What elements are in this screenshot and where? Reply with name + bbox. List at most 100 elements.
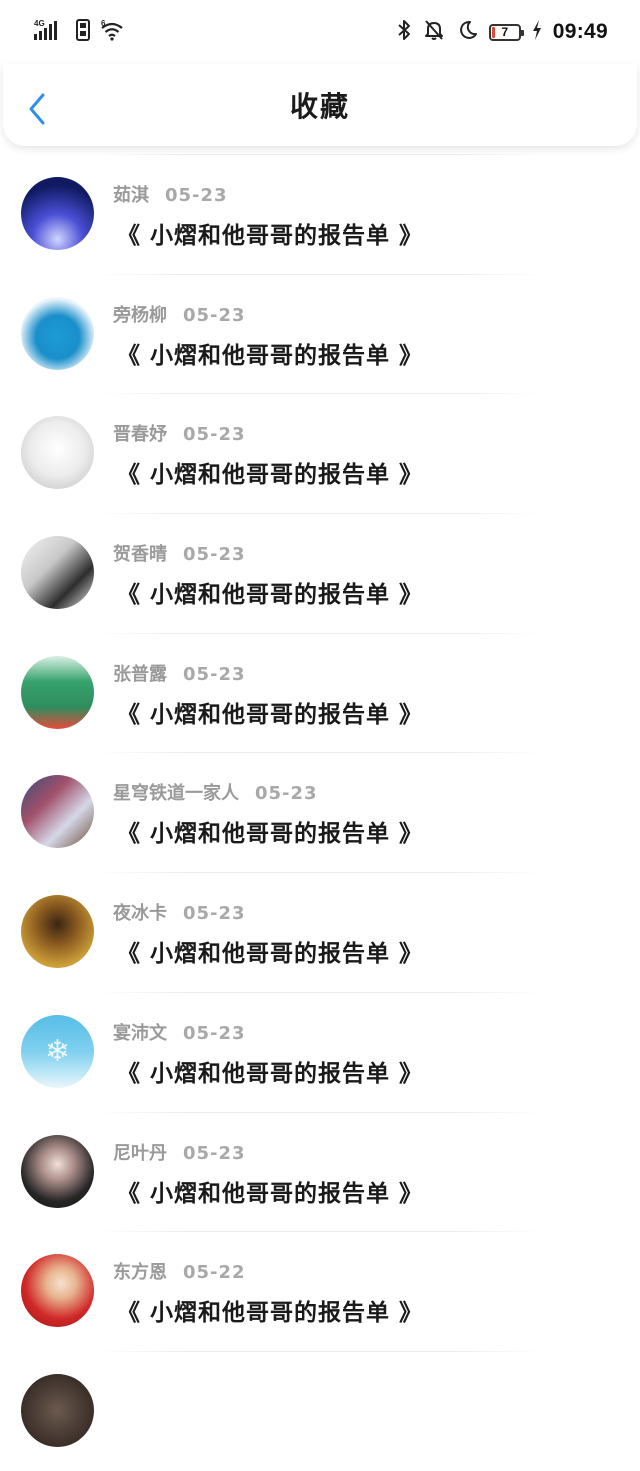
wifi-icon: 6 (100, 19, 124, 45)
bluetooth-icon (396, 19, 412, 45)
item-meta: 宴沛文 05-23 (113, 1019, 246, 1045)
author-name[interactable]: 东方恩 (113, 1258, 167, 1284)
post-title[interactable]: 《 小熠和他哥哥的报告单 》 (117, 1054, 423, 1088)
list-item[interactable]: 贺香晴 05-23 《 小熠和他哥哥的报告单 》 (0, 513, 640, 633)
post-title[interactable]: 《 小熠和他哥哥的报告单 》 (117, 575, 423, 609)
list-item[interactable]: 晋春妤 05-23 《 小熠和他哥哥的报告单 》 (0, 393, 640, 513)
divider (96, 513, 544, 515)
promo-banner-icon (21, 656, 94, 729)
post-title[interactable]: 《 小熠和他哥哥的报告单 》 (117, 814, 423, 848)
moon-icon (456, 19, 478, 45)
divider (96, 273, 544, 275)
battery-indicator: 7 (488, 23, 524, 41)
author-name[interactable]: 夜冰卡 (113, 899, 167, 925)
status-bar-left: 4G 6 (34, 19, 124, 45)
avatar[interactable] (21, 1373, 94, 1447)
post-date: 05-23 (183, 1142, 246, 1164)
author-name[interactable]: 张普露 (113, 660, 167, 686)
post-date: 05-23 (183, 903, 246, 925)
avatar[interactable]: ❄ (21, 1014, 94, 1088)
divider (96, 632, 544, 634)
list-item[interactable]: ❄ 宴沛文 05-23 《 小熠和他哥哥的报告单 》 (0, 991, 640, 1112)
avatar[interactable] (21, 416, 94, 490)
list-item[interactable]: 茹淇 05-23 《 小熠和他哥哥的报告单 》 (0, 154, 640, 274)
list-item[interactable]: 夜冰卡 05-23 《 小熠和他哥哥的报告单 》 (0, 872, 640, 992)
avatar[interactable] (21, 177, 94, 250)
divider (96, 752, 544, 754)
game-characters-icon (21, 775, 94, 848)
divider (96, 872, 544, 874)
item-meta: 贺香晴 05-23 (113, 540, 246, 566)
list-item[interactable]: 张普露 05-23 《 小熠和他哥哥的报告单 》 (0, 632, 640, 753)
avatar[interactable] (21, 1254, 94, 1328)
avatar[interactable] (21, 655, 94, 729)
anime-portrait-icon (21, 536, 94, 609)
item-meta: 尼叶丹 05-23 (113, 1139, 246, 1165)
network-type: 4G (34, 19, 45, 28)
post-title[interactable]: 《 小熠和他哥哥的报告单 》 (117, 336, 423, 370)
post-date: 05-23 (183, 424, 246, 446)
bottle-icon (21, 297, 94, 370)
group-photo-icon (21, 177, 94, 250)
chevron-left-icon (27, 92, 47, 130)
author-name[interactable]: 茹淇 (113, 181, 149, 207)
divider (96, 1111, 544, 1113)
clock: 09:49 (552, 20, 608, 43)
post-title[interactable]: 《 小熠和他哥哥的报告单 》 (117, 695, 423, 729)
battery-level: 7 (501, 25, 509, 39)
signal-icon: 4G (34, 19, 66, 45)
author-name[interactable]: 晋春妤 (113, 420, 167, 446)
robot-icon (21, 895, 94, 968)
page-title: 收藏 (289, 90, 350, 123)
author-name[interactable]: 旁杨柳 (113, 301, 167, 327)
item-meta: 夜冰卡 05-23 (113, 899, 246, 925)
item-meta: 晋春妤 05-23 (113, 420, 246, 446)
item-meta: 张普露 05-23 (113, 660, 246, 686)
author-name[interactable]: 宴沛文 (113, 1019, 167, 1045)
divider (96, 154, 544, 155)
post-date: 05-23 (255, 783, 318, 805)
post-date: 05-23 (183, 304, 246, 326)
author-name[interactable]: 星穹铁道一家人 (113, 779, 239, 805)
post-date: 05-22 (183, 1262, 246, 1284)
avatar[interactable] (21, 775, 94, 849)
author-name[interactable]: 贺香晴 (113, 540, 167, 566)
bell-off-icon (423, 19, 445, 45)
divider (96, 393, 544, 395)
list-item[interactable] (0, 1350, 640, 1471)
avatar[interactable] (21, 296, 94, 370)
item-meta: 旁杨柳 05-23 (113, 301, 246, 327)
list-item[interactable]: 东方恩 05-22 《 小熠和他哥哥的报告单 》 (0, 1231, 640, 1351)
list-item[interactable]: 尼叶丹 05-23 《 小熠和他哥哥的报告单 》 (0, 1111, 640, 1232)
item-meta: 茹淇 05-23 (113, 181, 228, 207)
post-title[interactable]: 《 小熠和他哥哥的报告单 》 (117, 216, 423, 250)
back-button[interactable] (23, 92, 51, 130)
item-meta: 星穹铁道一家人 05-23 (113, 779, 318, 805)
portrait-icon (21, 1135, 94, 1208)
avatar[interactable] (21, 1134, 94, 1208)
favorites-list: 茹淇 05-23 《 小熠和他哥哥的报告单 》旁杨柳 05-23 《 小熠和他哥哥的报告… (0, 154, 640, 1471)
avatar[interactable] (21, 895, 94, 969)
post-date: 05-23 (183, 544, 246, 566)
divider (96, 991, 544, 993)
list-item[interactable]: 旁杨柳 05-23 《 小熠和他哥哥的报告单 》 (0, 273, 640, 394)
status-bar-right: 7 09:49 (396, 19, 608, 45)
portrait-icon (21, 1254, 94, 1327)
author-name[interactable]: 尼叶丹 (113, 1139, 167, 1165)
post-date: 05-23 (165, 185, 228, 206)
post-title[interactable]: 《 小熠和他哥哥的报告单 》 (117, 1293, 423, 1327)
header: 收藏 (3, 64, 637, 146)
lightning-icon (532, 20, 542, 44)
post-date: 05-23 (183, 663, 246, 685)
status-bar: 4G 6 7 09:49 (0, 0, 640, 64)
post-date: 05-23 (183, 1022, 246, 1044)
avatar[interactable] (21, 536, 94, 610)
snowflake-icon: ❄ (44, 1033, 71, 1069)
portrait-icon (21, 1374, 94, 1447)
cat-icon (21, 416, 94, 489)
post-title[interactable]: 《 小熠和他哥哥的报告单 》 (117, 934, 423, 968)
post-title[interactable]: 《 小熠和他哥哥的报告单 》 (117, 455, 423, 489)
divider (96, 1231, 544, 1233)
list-item[interactable]: 星穹铁道一家人 05-23 《 小熠和他哥哥的报告单 》 (0, 752, 640, 872)
post-title[interactable]: 《 小熠和他哥哥的报告单 》 (117, 1174, 423, 1208)
